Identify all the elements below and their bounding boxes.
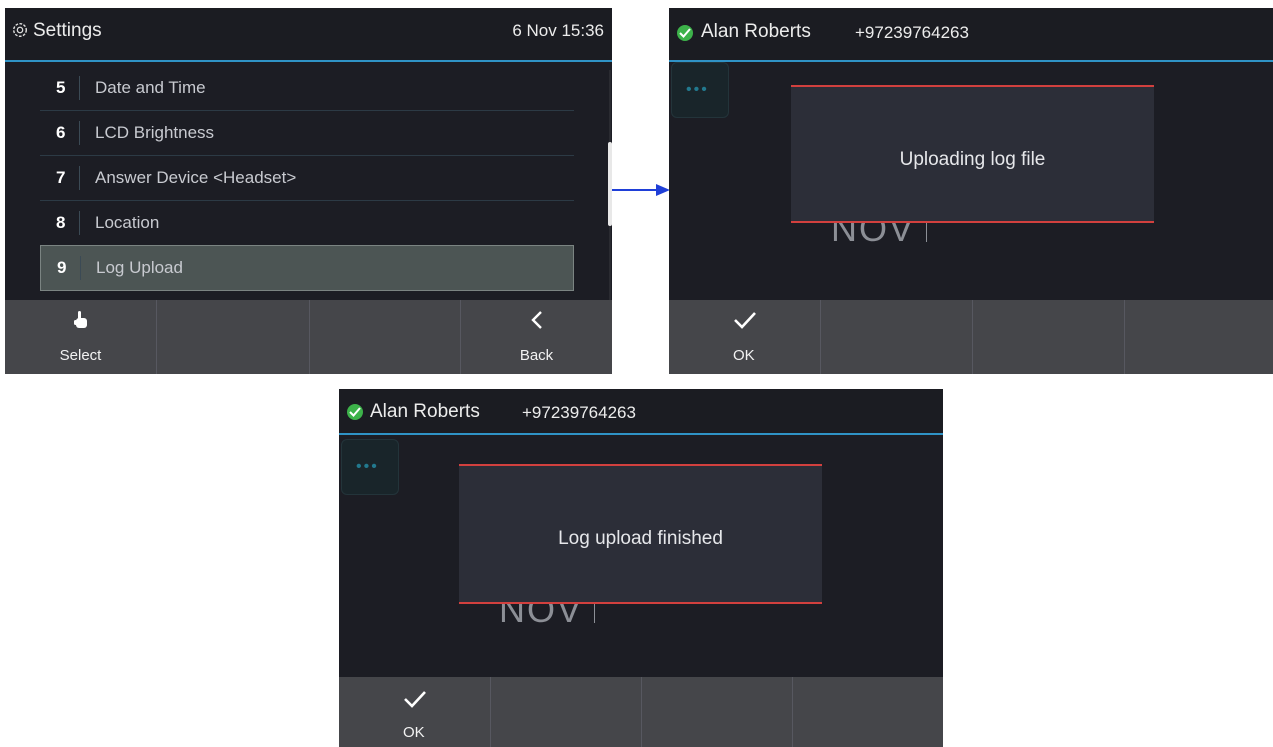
divider — [79, 211, 80, 235]
ok-softkey[interactable]: OK — [339, 677, 491, 747]
menu-item-location[interactable]: 8 Location — [40, 201, 574, 246]
date-time: 6 Nov 15:36 — [512, 21, 604, 40]
contact-number: +97239764263 — [522, 403, 636, 422]
empty-softkey-2[interactable] — [491, 677, 642, 747]
settings-header: Settings 6 Nov 15:36 — [5, 8, 612, 62]
menu-item-label: LCD Brightness — [95, 123, 215, 142]
softkey-bar: OK — [669, 300, 1273, 374]
empty-softkey-3[interactable] — [310, 300, 461, 374]
menu-item-number: 6 — [56, 123, 66, 142]
menu-item-label: Answer Device <Headset> — [95, 168, 297, 187]
status-check-icon — [677, 25, 693, 41]
call-header: Alan Roberts +97239764263 — [339, 389, 943, 435]
gear-icon — [12, 22, 28, 38]
page-title: Settings — [33, 20, 102, 41]
menu-item-lcd-brightness[interactable]: 6 LCD Brightness — [40, 111, 574, 156]
contact-name: Alan Roberts — [701, 21, 811, 42]
empty-softkey-4[interactable] — [1125, 300, 1273, 374]
softkey-bar: Select Back — [5, 300, 612, 374]
contact-number: +97239764263 — [855, 23, 969, 42]
hand-pointer-icon — [5, 310, 156, 336]
call-header: Alan Roberts +97239764263 — [669, 8, 1273, 62]
dialog-message: Uploading log file — [899, 149, 1046, 170]
menu-item-log-upload[interactable]: 9 Log Upload — [40, 245, 574, 291]
settings-screen: Settings 6 Nov 15:36 5 Date and Time 6 L… — [5, 8, 612, 374]
more-dots-icon: ••• — [356, 458, 379, 475]
menu-item-number: 7 — [56, 168, 66, 187]
select-label: Select — [59, 347, 102, 364]
more-button[interactable]: ••• — [341, 439, 399, 495]
empty-softkey-4[interactable] — [793, 677, 943, 747]
divider — [79, 166, 80, 190]
arrow-right-icon — [612, 184, 670, 196]
menu-item-date-time[interactable]: 5 Date and Time — [40, 66, 574, 111]
ok-label: OK — [733, 347, 755, 364]
menu-item-label: Date and Time — [95, 78, 206, 97]
empty-softkey-3[interactable] — [973, 300, 1125, 374]
contact-name: Alan Roberts — [370, 401, 480, 422]
chevron-left-icon — [461, 310, 612, 336]
softkey-bar: OK — [339, 677, 943, 747]
back-softkey[interactable]: Back — [461, 300, 612, 374]
select-softkey[interactable]: Select — [5, 300, 157, 374]
menu-item-number: 5 — [56, 78, 66, 97]
ok-label: OK — [403, 724, 425, 741]
empty-softkey-3[interactable] — [642, 677, 793, 747]
uploading-screen: Alan Roberts +97239764263 ••• NOV Upload… — [669, 8, 1273, 374]
finished-dialog: Log upload finished — [459, 464, 822, 604]
menu-item-label: Log Upload — [96, 258, 183, 277]
menu-item-number: 8 — [56, 213, 66, 232]
menu-item-answer-device[interactable]: 7 Answer Device <Headset> — [40, 156, 574, 201]
divider — [80, 256, 81, 280]
empty-softkey-2[interactable] — [157, 300, 310, 374]
divider — [79, 121, 80, 145]
menu-item-label: Location — [95, 213, 160, 232]
status-check-icon — [347, 404, 363, 420]
back-label: Back — [519, 347, 554, 364]
ok-softkey[interactable]: OK — [669, 300, 821, 374]
empty-softkey-2[interactable] — [821, 300, 973, 374]
uploading-dialog: Uploading log file — [791, 85, 1154, 223]
checkmark-icon — [669, 310, 820, 336]
more-button[interactable]: ••• — [671, 62, 729, 118]
finished-screen: Alan Roberts +97239764263 ••• NOV Log up… — [339, 389, 943, 747]
divider — [79, 76, 80, 100]
checkmark-icon — [339, 689, 490, 715]
dialog-message: Log upload finished — [558, 528, 723, 549]
menu-item-number: 9 — [57, 258, 67, 277]
more-dots-icon: ••• — [686, 81, 709, 98]
